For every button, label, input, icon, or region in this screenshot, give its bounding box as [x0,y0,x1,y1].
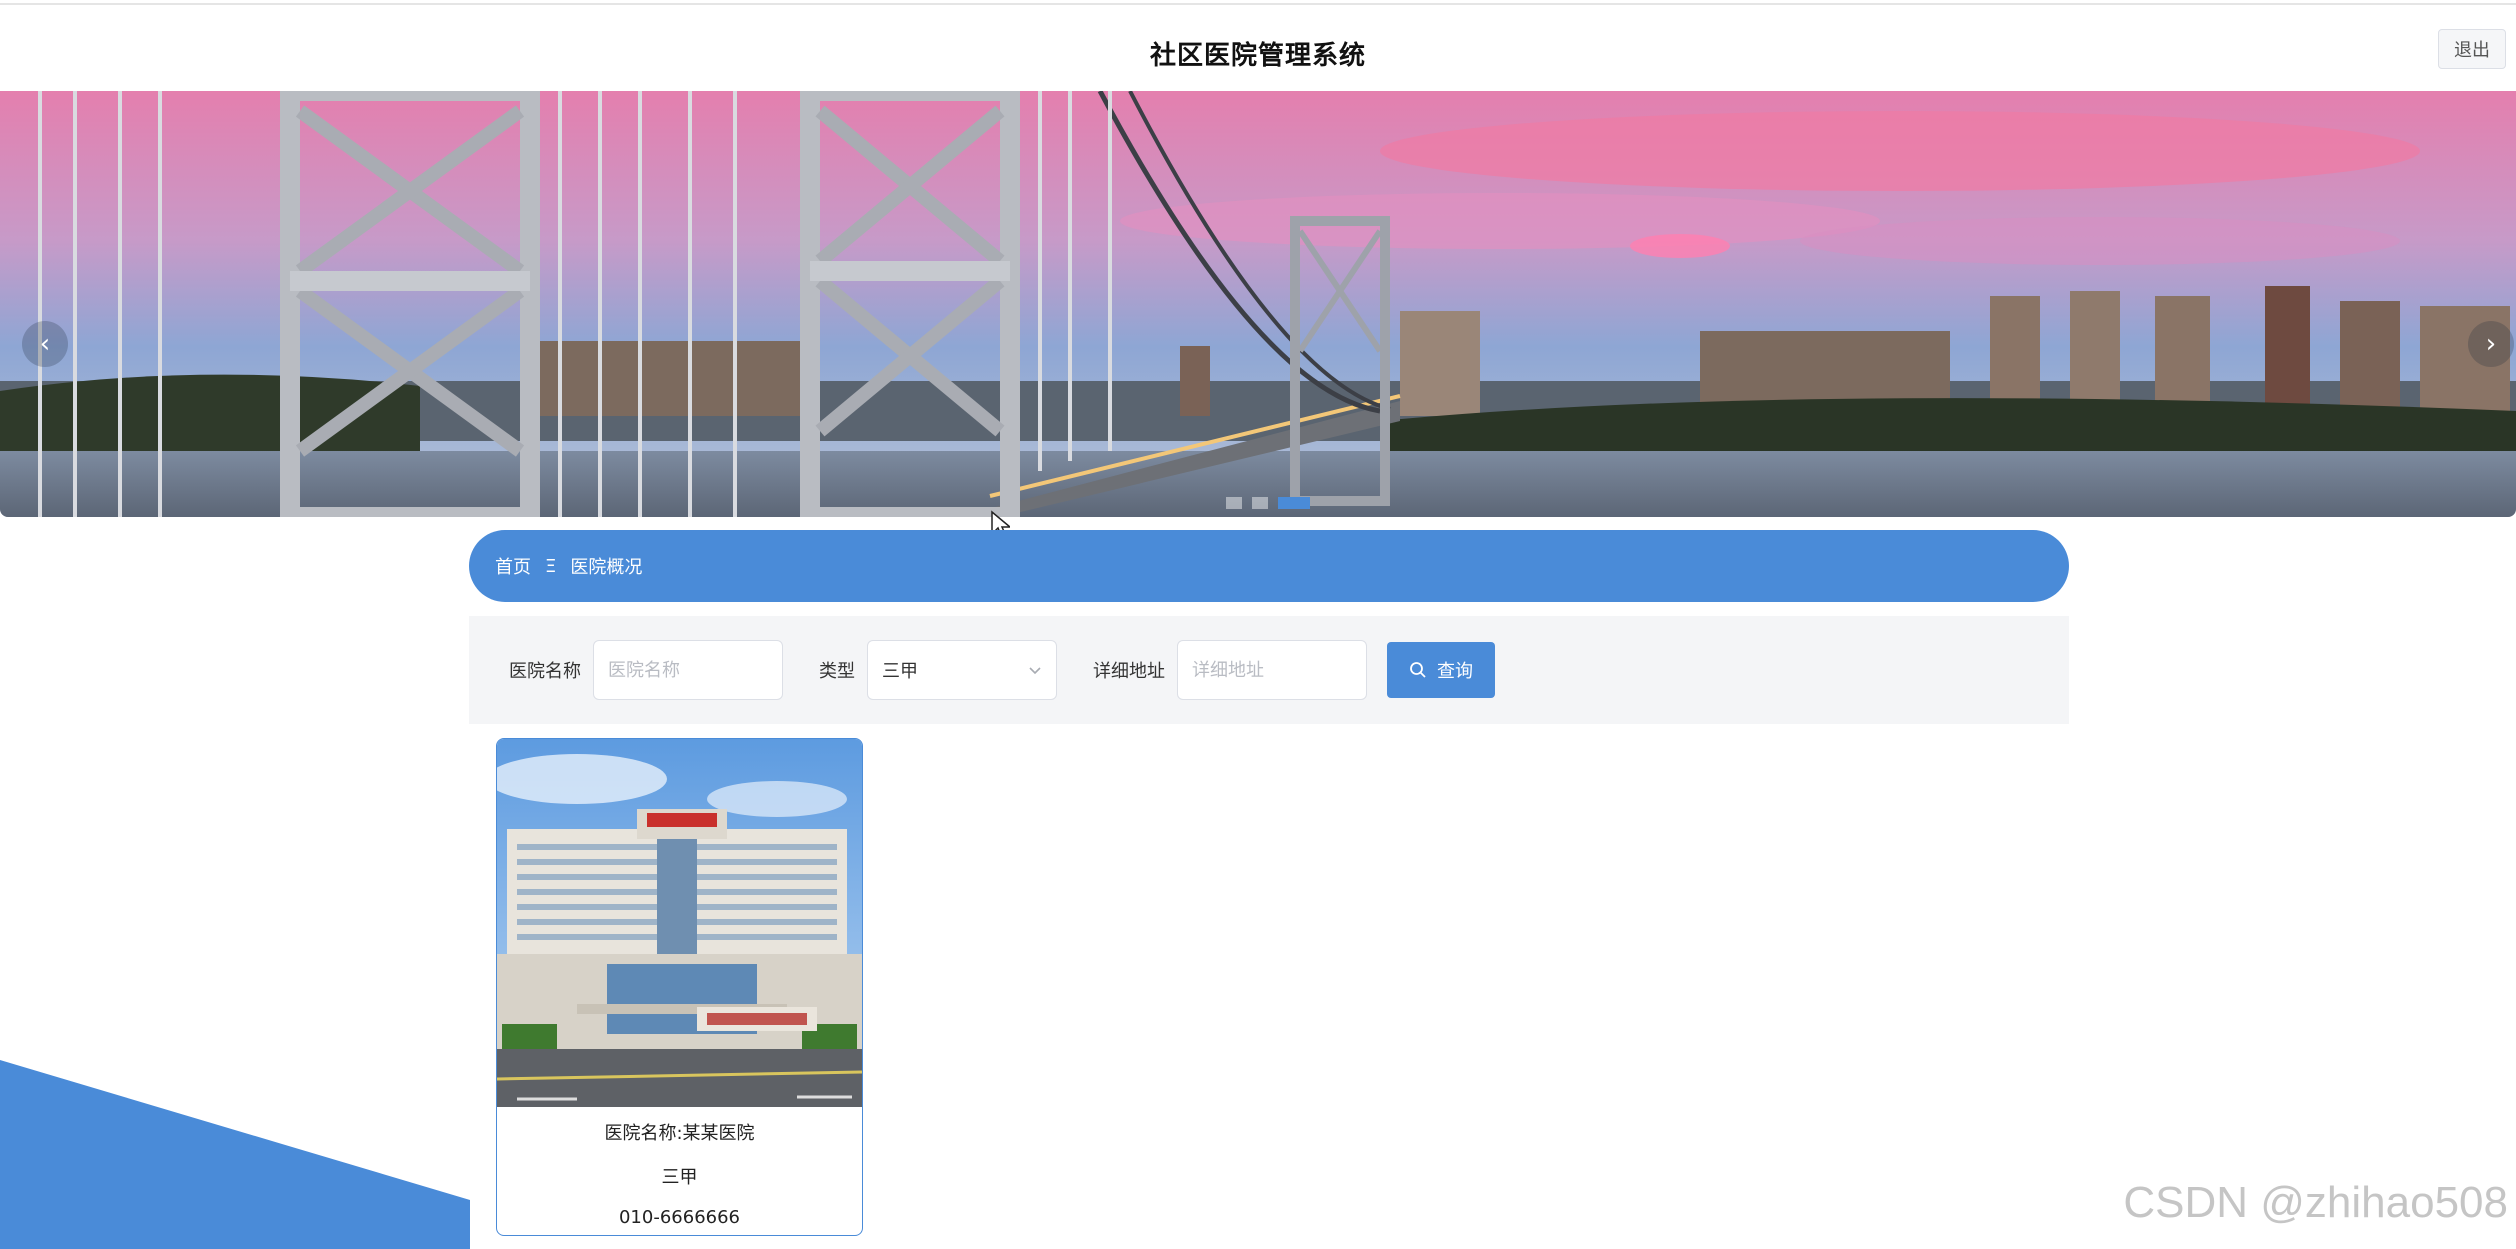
breadcrumb: 首页 Ξ 医院概况 [469,530,2069,602]
carousel-indicator-active[interactable] [1278,497,1310,509]
watermark: CSDN @zhihao508 [2123,1178,2508,1227]
banner-image [0,91,2516,517]
search-button-label: 查询 [1437,661,1473,682]
type-select[interactable]: 三甲 [867,640,1057,700]
hospital-type: 三甲 [661,1167,698,1188]
carousel-indicators [1226,497,1310,509]
banner-carousel: ‹ › [0,91,2516,517]
breadcrumb-current: 医院概况 [570,557,643,578]
search-button[interactable]: 查询 [1387,642,1495,698]
type-select-value: 三甲 [882,661,918,682]
carousel-indicator[interactable] [1226,497,1242,509]
breadcrumb-separator: Ξ [545,555,557,577]
chevron-down-icon [1029,667,1041,675]
site-title: 社区医院管理系统 [1149,41,1366,71]
type-label: 类型 [819,661,855,682]
header: 社区医院管理系统 退出 [0,5,2516,91]
carousel-prev-button[interactable]: ‹ [22,321,68,367]
page: 社区医院管理系统 退出 ‹ › 首页 Ξ 医院概况 医院名称 医院名称 类型 三… [0,0,2516,1249]
address-label: 详细地址 [1093,661,1165,682]
hospital-name: 医院名称:某某医院 [604,1123,755,1144]
hospital-phone: 010-6666666 [618,1207,741,1228]
carousel-indicator[interactable] [1252,497,1268,509]
breadcrumb-home[interactable]: 首页 [495,553,531,579]
hospital-name-input[interactable] [593,640,783,700]
hospital-card[interactable]: 医院名称:某某医院 三甲 010-6666666 [496,738,863,1236]
decorative-triangle [0,1060,470,1249]
logout-button[interactable]: 退出 [2438,29,2506,69]
search-form: 医院名称 类型 三甲 详细地址 查询 [469,616,2069,724]
hospital-image [497,739,862,1107]
address-input[interactable] [1177,640,1367,700]
hospital-name-label: 医院名称 [509,661,581,682]
search-icon [1410,662,1426,678]
carousel-next-button[interactable]: › [2468,321,2514,367]
